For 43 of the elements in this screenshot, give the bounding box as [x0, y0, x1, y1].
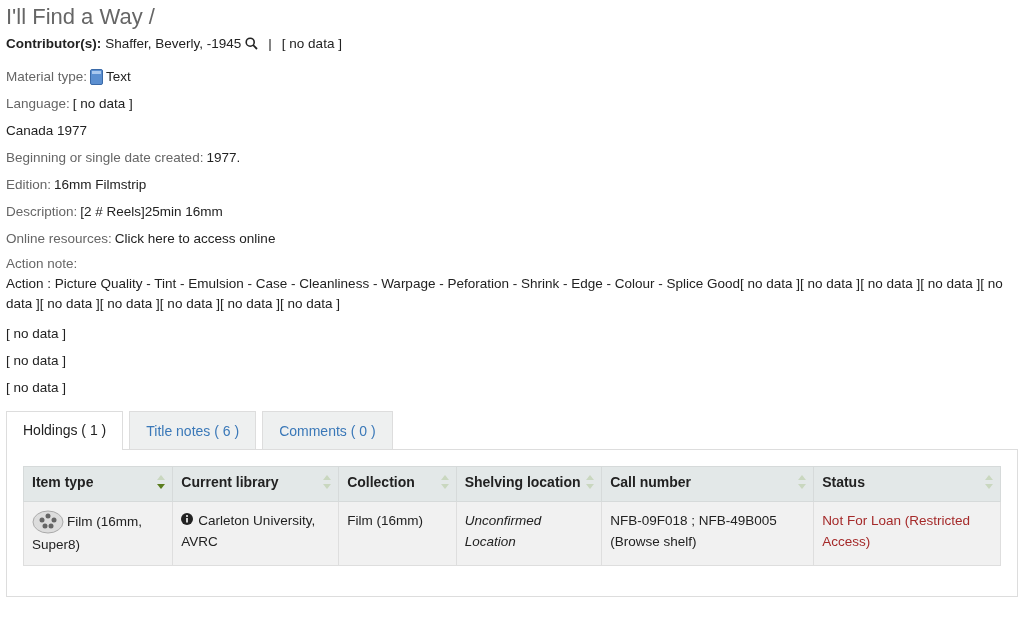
contributor-link[interactable]: Shaffer, Beverly, -1945	[105, 36, 242, 51]
field-value: Text	[106, 69, 131, 84]
column-header[interactable]: Item type	[23, 466, 173, 502]
table-cell: NFB-09F018 ; NFB-49B005 (Browse shelf)	[601, 501, 814, 566]
field-label: Online resources:	[6, 231, 112, 246]
field-value: Canada 1977	[6, 123, 88, 138]
column-header[interactable]: Call number	[601, 466, 814, 502]
field-value: [ no data ]	[72, 96, 133, 111]
tab[interactable]: Title notes ( 6 )	[129, 411, 257, 449]
field-value: 16mm Filmstrip	[54, 177, 147, 192]
tab[interactable]: Comments ( 0 )	[262, 411, 393, 449]
table-cell: Unconfirmed Location	[456, 501, 602, 566]
field-value: [2 # Reels]25min 16mm	[80, 204, 223, 219]
info-icon[interactable]	[181, 513, 194, 525]
column-header[interactable]: Current library	[172, 466, 339, 502]
tab[interactable]: Holdings ( 1 )	[6, 411, 124, 450]
column-header[interactable]: Status	[813, 466, 1001, 502]
field-label: Edition:	[6, 177, 52, 192]
separator: |	[268, 36, 272, 51]
sort-icon[interactable]	[156, 473, 167, 491]
field-value: [ no data ]	[6, 380, 67, 395]
field-label: Beginning or single date created:	[6, 150, 204, 165]
film-reel-icon	[32, 510, 64, 534]
record-title: I'll Find a Way /	[6, 4, 156, 30]
column-header[interactable]: Shelving location	[456, 466, 602, 502]
field-label: Action note:	[6, 255, 79, 273]
field-value: 1977.	[206, 150, 241, 165]
table-cell: Carleton University, AVRC	[172, 501, 339, 566]
field-value: [ no data ]	[281, 36, 342, 51]
action-note: Action : Picture Quality - Tint - Emulsion - Case - Cleanliness - Warpage - Peforation - Shrink - Edge - Colour - Splice Good[ no data ][ no data ][ no data ][ no data ][ no data ][ no data ][ no data ][ no data ][ no data ][ no data ]	[6, 275, 1004, 313]
field-label: Material type:	[6, 69, 88, 84]
column-header[interactable]: Collection	[338, 466, 457, 502]
search-icon[interactable]	[245, 37, 259, 50]
field-label: Description:	[6, 204, 78, 219]
field-value: [ no data ]	[6, 326, 67, 341]
table-cell: Not For Loan (Restricted Access)	[813, 501, 1001, 566]
field-label: Contributor(s):	[6, 36, 102, 51]
table-cell: Film (16mm)	[338, 501, 457, 566]
table-cell: Film (16mm, Super8)	[23, 501, 173, 566]
online-link[interactable]: Click here to access online	[114, 231, 276, 246]
field-label: Language:	[6, 96, 70, 111]
field-value: [ no data ]	[6, 353, 67, 368]
book-icon	[90, 68, 104, 85]
